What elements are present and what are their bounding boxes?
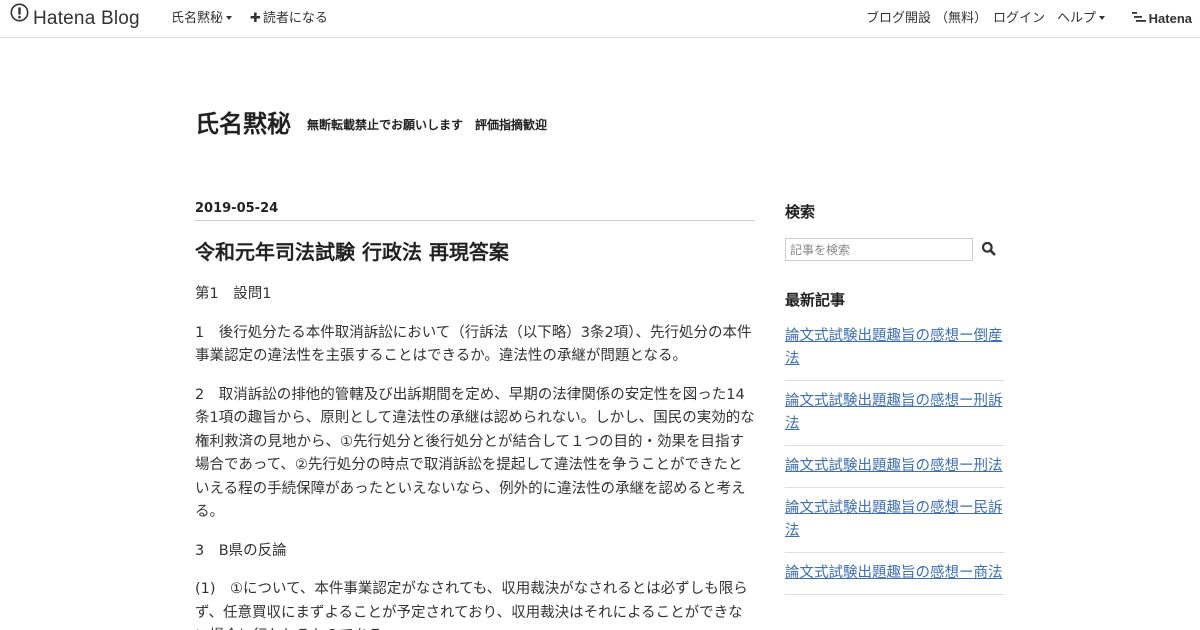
hatena-mark-icon xyxy=(1131,0,1146,37)
open-blog-link[interactable]: ブログ開設 （無料） xyxy=(866,0,987,37)
entry-paragraph: 第1 設問1 xyxy=(195,286,272,302)
hatena-blog-logo-link[interactable]: Hatena Blog xyxy=(10,0,140,37)
login-label: ログイン xyxy=(993,11,1046,26)
hatena-logo-text: Hatena xyxy=(1148,11,1192,26)
login-link[interactable]: ログイン xyxy=(993,0,1045,37)
help-dropdown[interactable]: ヘルプ xyxy=(1057,0,1106,37)
recent-post-link[interactable]: 論文式試験出題趣旨の感想ー民訴法 xyxy=(785,497,1005,543)
caret-down-icon xyxy=(226,15,233,20)
blog-description: 無断転載禁止でお願いします 評価指摘歓迎 xyxy=(307,118,548,132)
blog-menu-dropdown[interactable]: 氏名黙秘 xyxy=(171,0,233,37)
list-item: 論文式試験出題趣旨の感想ー倒産法 xyxy=(785,316,1005,381)
recent-post-link[interactable]: 論文式試験出題趣旨の感想ー商法 xyxy=(785,562,1005,585)
brand-name: Hatena Blog xyxy=(33,8,140,29)
plus-icon: ✚ xyxy=(250,11,261,26)
date-divider xyxy=(195,220,755,221)
list-item: 論文式試験出題趣旨の感想ー刑訴法 xyxy=(785,381,1005,446)
entry-paragraph: 2 取消訴訟の排他的管轄及び出訴期間を定め、早期の法律関係の安定性を図った14条… xyxy=(195,386,755,521)
help-label: ヘルプ xyxy=(1057,11,1097,26)
open-blog-label: ブログ開設 （無料） xyxy=(866,11,988,26)
blog-menu-label: 氏名黙秘 xyxy=(171,11,224,26)
list-item: 論文式試験出題趣旨の感想ー刑法 xyxy=(785,446,1005,488)
subscribe-button[interactable]: ✚ 読者になる xyxy=(250,0,328,37)
entry-content: 第1 設問1 1 後行処分たる本件取消訴訟において（行訴法（以下略）3条2項）、… xyxy=(195,283,755,630)
caret-down-icon xyxy=(1099,15,1106,20)
list-item: 論文式試験出題趣旨の感想ー民訴法 xyxy=(785,488,1005,553)
recent-posts-heading: 最新記事 xyxy=(785,291,846,309)
global-header: Hatena Blog 氏名黙秘 ✚ 読者になる ブログ開設 （無料） ログイン … xyxy=(0,0,1200,38)
hatena-logo-link[interactable]: Hatena xyxy=(1131,0,1192,37)
hatena-blog-logo-icon xyxy=(10,0,29,37)
entry-title-link[interactable]: 令和元年司法試験 行政法 再現答案 xyxy=(195,236,509,265)
list-item: 論文式試験出題趣旨の感想ー商法 xyxy=(785,553,1005,595)
search-button[interactable] xyxy=(980,240,998,258)
search-heading: 検索 xyxy=(785,203,816,221)
recent-post-link[interactable]: 論文式試験出題趣旨の感想ー倒産法 xyxy=(785,325,1005,371)
recent-posts-list: 論文式試験出題趣旨の感想ー倒産法 論文式試験出題趣旨の感想ー刑訴法 論文式試験出… xyxy=(785,316,1005,595)
entry-paragraph: 1 後行処分たる本件取消訴訟において（行訴法（以下略）3条2項）、先行処分の本件… xyxy=(195,324,752,365)
blog-title-link[interactable]: 氏名黙秘 xyxy=(195,104,291,139)
search-input[interactable] xyxy=(785,238,973,261)
entry-paragraph: (1) ①について、本件事業認定がなされても、収用裁決がなされるとは必ずしも限ら… xyxy=(195,581,748,630)
search-icon xyxy=(980,241,998,262)
recent-post-link[interactable]: 論文式試験出題趣旨の感想ー刑訴法 xyxy=(785,390,1005,436)
subscribe-label: 読者になる xyxy=(262,11,328,26)
entry-date-link[interactable]: 2019-05-24 xyxy=(195,201,278,216)
recent-post-link[interactable]: 論文式試験出題趣旨の感想ー刑法 xyxy=(785,455,1005,478)
entry-paragraph: 3 B県の反論 xyxy=(195,542,287,559)
